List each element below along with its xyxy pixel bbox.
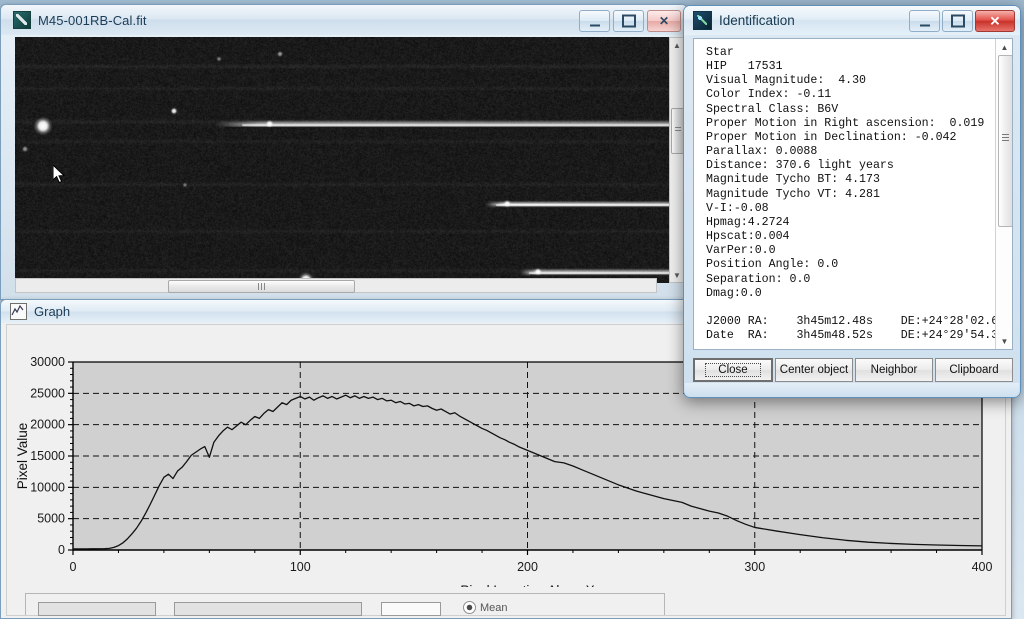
image-window-title: M45-001RB-Cal.fit: [38, 13, 147, 28]
y-tick-label: 20000: [30, 418, 65, 432]
identification-line: Distance: 370.6 light years: [706, 159, 990, 173]
identification-titlebar[interactable]: Identification ✕: [684, 6, 1020, 35]
fits-image-canvas[interactable]: [15, 37, 670, 283]
clipboard-button[interactable]: Clipboard: [935, 358, 1013, 382]
x-tick-label: 0: [70, 560, 77, 574]
x-tick-label: 100: [290, 560, 311, 574]
graph-window-title: Graph: [34, 304, 70, 319]
scroll-up-icon[interactable]: ▲: [670, 38, 684, 52]
identification-scroll-down-icon[interactable]: ▼: [996, 333, 1013, 349]
identification-status-strip: [685, 383, 1019, 396]
identification-line: VarPer:0.0: [706, 244, 990, 258]
identification-line: HIP 17531: [706, 60, 990, 74]
button-label: Close: [705, 363, 760, 377]
identification-text-panel[interactable]: Star HIP 17531 Visual Magnitude: 4.30 Color…: [693, 38, 1013, 350]
identification-line: Dmag:0.0: [706, 287, 990, 301]
identification-line: Position Angle: 0.0: [706, 258, 990, 272]
identification-scrollbar[interactable]: ▲ ▼: [995, 39, 1012, 349]
center-object-button[interactable]: Center object: [775, 358, 853, 382]
y-tick-label: 0: [58, 543, 65, 557]
scroll-down-icon[interactable]: ▼: [670, 268, 684, 282]
identification-line: V-I:-0.08: [706, 202, 990, 216]
identification-button-bar: Close Center object Neighbor Clipboard: [693, 358, 1013, 382]
identification-scroll-thumb[interactable]: [998, 55, 1013, 227]
y-tick-label: 25000: [30, 386, 65, 400]
identification-line: Proper Motion in Declination: -0.042: [706, 131, 990, 145]
x-tick-label: 300: [744, 560, 765, 574]
fits-image-icon: [13, 11, 31, 29]
image-window[interactable]: M45-001RB-Cal.fit ✕ ▲ ▼: [0, 4, 688, 300]
identification-minimize-button[interactable]: [909, 10, 940, 32]
identification-title: Identification: [719, 13, 795, 28]
identification-maximize-button[interactable]: [942, 10, 973, 32]
control-field-3[interactable]: [381, 602, 441, 616]
y-tick-label: 5000: [37, 512, 65, 526]
identification-line: Parallax: 0.0088: [706, 145, 990, 159]
mean-radio-label: Mean: [480, 602, 508, 614]
identification-line: Magnitude Tycho VT: 4.281: [706, 188, 990, 202]
y-tick-label: 10000: [30, 480, 65, 494]
close-button[interactable]: Close: [693, 358, 773, 382]
mean-radio-option[interactable]: Mean: [463, 601, 508, 614]
identification-line: Visual Magnitude: 4.30: [706, 74, 990, 88]
identification-line: Hpscat:0.004: [706, 230, 990, 244]
identification-scroll-up-icon[interactable]: ▲: [996, 39, 1013, 55]
identification-icon: [693, 11, 712, 30]
radio-dot-icon[interactable]: [463, 601, 476, 614]
y-tick-label: 15000: [30, 449, 65, 463]
y-axis-label: Pixel Value: [15, 423, 30, 490]
control-dropdown-1[interactable]: [38, 602, 156, 616]
image-window-titlebar[interactable]: M45-001RB-Cal.fit ✕: [1, 5, 687, 35]
identification-line: Date RA: 3h45m48.52s DE:+24°29'54.3": [706, 329, 990, 343]
image-horizontal-scrollbar[interactable]: [15, 278, 657, 293]
x-axis-label: Pixel Location Along X: [460, 583, 594, 587]
close-button[interactable]: ✕: [647, 10, 681, 32]
identification-close-button[interactable]: ✕: [975, 10, 1015, 32]
identification-line: Magnitude Tycho BT: 4.173: [706, 173, 990, 187]
x-tick-label: 200: [517, 560, 538, 574]
identification-line: Spectral Class: B6V: [706, 103, 990, 117]
minimize-button[interactable]: [579, 10, 610, 32]
identification-line: Star: [706, 46, 990, 60]
button-label: Center object: [780, 364, 848, 376]
control-field-2[interactable]: [174, 602, 362, 616]
button-label: Clipboard: [949, 364, 998, 376]
identification-line: [706, 301, 990, 315]
identification-dialog[interactable]: Identification ✕ Star HIP 17531 Visual Mag…: [683, 5, 1021, 398]
maximize-button[interactable]: [613, 10, 644, 32]
neighbor-button[interactable]: Neighbor: [855, 358, 933, 382]
image-window-controls: ✕: [579, 10, 681, 32]
identification-line: Hpmag:4.2724: [706, 216, 990, 230]
button-label: Neighbor: [871, 364, 918, 376]
graph-icon: [10, 303, 27, 320]
y-tick-label: 30000: [30, 355, 65, 369]
identification-line: Proper Motion in Right ascension: 0.019: [706, 117, 990, 131]
identification-window-controls: ✕: [909, 10, 1015, 32]
identification-line: J2000 RA: 3h45m12.48s DE:+24°28'02.6": [706, 315, 990, 329]
x-tick-label: 400: [972, 560, 993, 574]
identification-text-content: Star HIP 17531 Visual Magnitude: 4.30 Color…: [706, 46, 990, 343]
identification-line: Color Index: -0.11: [706, 88, 990, 102]
identification-line: Separation: 0.0: [706, 273, 990, 287]
graph-controls-panel[interactable]: Mean: [25, 593, 665, 615]
image-hscroll-thumb[interactable]: [168, 280, 355, 293]
